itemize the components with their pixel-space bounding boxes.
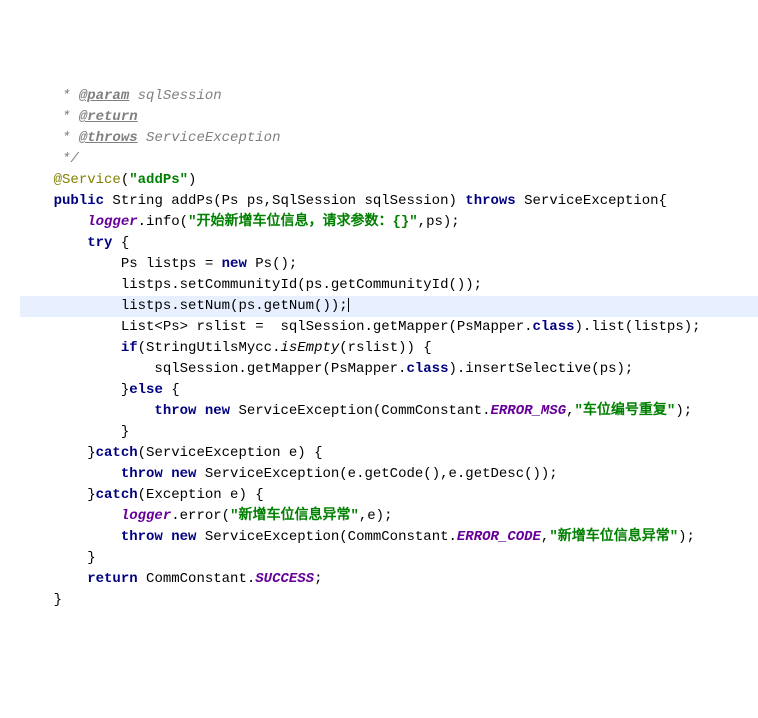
code-token: , [566, 403, 574, 419]
code-token: "开始新增车位信息，请求参数：{}" [188, 214, 418, 230]
code-token: ).insertSelective(ps); [448, 361, 633, 377]
code-line[interactable]: }catch(Exception e) { [20, 485, 758, 506]
code-token: CommConstant. [138, 571, 256, 587]
code-line[interactable]: listps.setCommunityId(ps.getCommunityId(… [20, 275, 758, 296]
code-token: } [87, 487, 95, 503]
code-token: * [62, 130, 79, 146]
code-token: String addPs(Ps ps,SqlSession sqlSession… [104, 193, 465, 209]
code-token: isEmpty [280, 340, 339, 356]
code-token: listps.setNum(ps.getNum()); [121, 298, 348, 314]
code-token: ,ps); [418, 214, 460, 230]
code-line[interactable]: try { [20, 233, 758, 254]
code-line[interactable]: }else { [20, 380, 758, 401]
code-token: sqlSession [129, 88, 221, 104]
code-token: * [62, 109, 79, 125]
code-token: throw new [154, 403, 230, 419]
code-token: Ps(); [247, 256, 297, 272]
code-line[interactable]: sqlSession.getMapper(PsMapper.class).ins… [20, 359, 758, 380]
code-token: "addPs" [129, 172, 188, 188]
code-token: new [222, 256, 247, 272]
code-line[interactable]: logger.error("新增车位信息异常",e); [20, 506, 758, 527]
code-token: sqlSession.getMapper(PsMapper. [154, 361, 406, 377]
code-token: catch [96, 445, 138, 461]
code-token: ServiceException [138, 130, 281, 146]
code-token: "新增车位信息异常" [549, 529, 678, 545]
code-token: ServiceException(e.getCode(),e.getDesc()… [196, 466, 557, 482]
code-line[interactable]: public String addPs(Ps ps,SqlSession sql… [20, 191, 758, 212]
code-token: logger [87, 214, 137, 230]
code-token: return [87, 571, 137, 587]
code-line[interactable]: } [20, 422, 758, 443]
code-line[interactable]: listps.setNum(ps.getNum()); [20, 296, 758, 317]
code-line[interactable]: throw new ServiceException(e.getCode(),e… [20, 464, 758, 485]
code-token: (StringUtilsMycc. [138, 340, 281, 356]
code-token: "新增车位信息异常" [230, 508, 359, 524]
code-token: ( [121, 172, 129, 188]
code-token: ServiceException(CommConstant. [230, 403, 490, 419]
code-token: } [121, 424, 129, 440]
code-token: .error( [171, 508, 230, 524]
code-line[interactable]: } [20, 548, 758, 569]
code-editor[interactable]: * @param sqlSession * @return * @throws … [0, 84, 758, 613]
code-token: ServiceException(CommConstant. [196, 529, 456, 545]
code-token: ); [678, 529, 695, 545]
code-token: , [541, 529, 549, 545]
code-token: ,e); [359, 508, 393, 524]
code-token: class [533, 319, 575, 335]
code-line[interactable]: }catch(ServiceException e) { [20, 443, 758, 464]
code-token: throws [465, 193, 515, 209]
code-token: ) [188, 172, 196, 188]
code-token: } [54, 592, 62, 608]
code-token: try [87, 235, 112, 251]
code-token: ERROR_CODE [457, 529, 541, 545]
code-line[interactable]: Ps listps = new Ps(); [20, 254, 758, 275]
code-token: { [112, 235, 129, 251]
code-token: throw new [121, 466, 197, 482]
code-token: (ServiceException e) { [138, 445, 323, 461]
code-token: throw new [121, 529, 197, 545]
code-token: class [406, 361, 448, 377]
code-token: Ps listps = [121, 256, 222, 272]
code-line[interactable]: */ [20, 149, 758, 170]
code-line[interactable]: logger.info("开始新增车位信息，请求参数：{}",ps); [20, 212, 758, 233]
code-token: ); [675, 403, 692, 419]
code-token: if [121, 340, 138, 356]
code-token: } [87, 550, 95, 566]
code-token: */ [62, 151, 79, 167]
code-token: SUCCESS [255, 571, 314, 587]
code-line[interactable]: @Service("addPs") [20, 170, 758, 191]
code-token: public [54, 193, 104, 209]
code-token: ERROR_MSG [491, 403, 567, 419]
code-token: @throws [79, 130, 138, 146]
code-token: } [121, 382, 129, 398]
code-token: listps.setCommunityId(ps.getCommunityId(… [121, 277, 482, 293]
code-line[interactable]: * @return [20, 107, 758, 128]
code-line[interactable]: throw new ServiceException(CommConstant.… [20, 401, 758, 422]
code-line[interactable]: if(StringUtilsMycc.isEmpty(rslist)) { [20, 338, 758, 359]
code-token: @param [79, 88, 129, 104]
code-line[interactable]: } [20, 590, 758, 611]
code-token: } [87, 445, 95, 461]
code-line[interactable]: * @param sqlSession [20, 86, 758, 107]
code-token: (Exception e) { [138, 487, 264, 503]
code-token: * [62, 88, 79, 104]
code-token: List<Ps> rslist = sqlSession.getMapper(P… [121, 319, 533, 335]
code-token: ; [314, 571, 322, 587]
code-token: { [163, 382, 180, 398]
code-token: ).list(listps); [575, 319, 701, 335]
code-line[interactable]: return CommConstant.SUCCESS; [20, 569, 758, 590]
code-token: (rslist)) { [339, 340, 431, 356]
code-token: @return [79, 109, 138, 125]
code-token: @Service [54, 172, 121, 188]
code-line[interactable]: throw new ServiceException(CommConstant.… [20, 527, 758, 548]
code-line[interactable]: List<Ps> rslist = sqlSession.getMapper(P… [20, 317, 758, 338]
code-token: "车位编号重复" [575, 403, 676, 419]
code-token: catch [96, 487, 138, 503]
code-token: ServiceException{ [516, 193, 667, 209]
code-token: .info( [138, 214, 188, 230]
code-token: else [129, 382, 163, 398]
text-cursor [348, 298, 349, 312]
code-token: logger [121, 508, 171, 524]
code-line[interactable]: * @throws ServiceException [20, 128, 758, 149]
